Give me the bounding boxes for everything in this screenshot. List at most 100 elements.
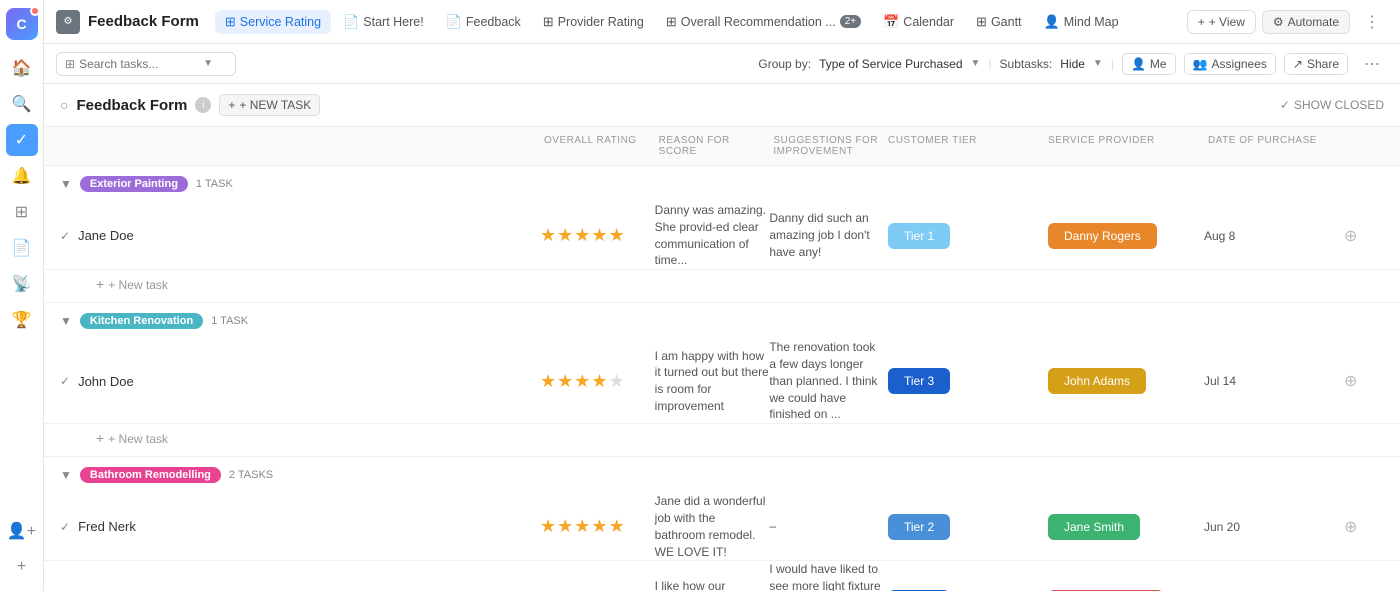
group-by-value[interactable]: Type of Service Purchased — [819, 57, 962, 71]
task-name-0-0[interactable]: Jane Doe — [78, 228, 134, 243]
main-area: ⚙ Feedback Form ⊞ Service Rating 📄 Start… — [44, 0, 1400, 591]
sidebar-icon-add-user[interactable]: 👤+ — [6, 515, 38, 547]
header-form-icon: ⚙ — [56, 10, 80, 34]
tab-feedback[interactable]: 📄 Feedback — [436, 10, 531, 34]
add-view-button[interactable]: + + View — [1187, 10, 1256, 34]
new-task-button[interactable]: + + NEW TASK — [219, 94, 320, 116]
share-label: Share — [1307, 57, 1339, 71]
group-by-chevron[interactable]: ▼ — [971, 58, 981, 69]
new-task-row-0[interactable]: + + New task — [44, 270, 1400, 302]
me-label: Me — [1150, 57, 1167, 71]
share-button[interactable]: ↗ Share — [1284, 53, 1348, 75]
star-1: ★ — [557, 371, 573, 392]
gantt-icon: ⊞ — [976, 14, 987, 30]
task-suggestions-2-1: I would have liked to see more light fix… — [769, 561, 884, 591]
toolbar: ⊞ ▼ Group by: Type of Service Purchased … — [44, 44, 1400, 84]
group-chevron-1: ▼ — [60, 314, 72, 328]
tab-provider-rating[interactable]: ⊞ Provider Rating — [533, 10, 654, 34]
automate-icon: ⚙ — [1273, 15, 1284, 29]
subtasks-value[interactable]: Hide — [1060, 57, 1085, 71]
task-name-cell-2-0: ✓ Fred Nerk — [60, 511, 540, 542]
assignees-icon: 👥 — [1193, 57, 1208, 71]
task-suggestions-2-0: – — [769, 518, 884, 535]
sidebar-icon-search[interactable]: 🔍 — [6, 88, 38, 120]
chevron-down-icon[interactable]: ▼ — [203, 58, 213, 69]
task-reason-2-1: I like how our bathrooms turned out. — [655, 578, 770, 591]
subtasks-chevron[interactable]: ▼ — [1093, 58, 1103, 69]
group-chevron-2: ▼ — [60, 468, 72, 482]
new-task-row-1[interactable]: ++ New task — [44, 424, 1400, 456]
feedback-icon: 📄 — [446, 14, 462, 30]
sidebar-icon-grid[interactable]: ⊞ — [6, 196, 38, 228]
header-more-icon[interactable]: ⋮ — [1356, 6, 1388, 38]
star-2: ★ — [574, 516, 590, 537]
task-add-icon-2-0[interactable]: ⊕ — [1344, 517, 1384, 537]
task-name-2-0[interactable]: Fred Nerk — [78, 519, 136, 534]
group-section-0: ▼ Exterior Painting 1 TASK ✓ Jane Doe ★★… — [44, 166, 1400, 303]
show-closed-button[interactable]: ✓ SHOW CLOSED — [1280, 98, 1384, 112]
group-chevron-0: ▼ — [60, 177, 72, 191]
new-task-label: + NEW TASK — [239, 98, 311, 112]
automate-label: Automate — [1288, 15, 1339, 29]
provider-badge-2-0: Jane Smith — [1048, 514, 1140, 540]
star-2: ★ — [574, 371, 590, 392]
tab-service-rating[interactable]: ⊞ Service Rating — [215, 10, 331, 34]
task-date-2-0: Jun 20 — [1204, 520, 1344, 534]
star-0: ★ — [540, 225, 556, 246]
search-area[interactable]: ⊞ ▼ — [56, 52, 236, 76]
tab-mind-map[interactable]: 👤 Mind Map — [1034, 10, 1129, 34]
service-rating-icon: ⊞ — [225, 14, 236, 30]
col-task — [60, 127, 540, 165]
sidebar-icon-doc[interactable]: 📄 — [6, 232, 38, 264]
more-options-icon[interactable]: ⋯ — [1356, 48, 1388, 80]
task-provider-2-0: Jane Smith — [1044, 510, 1204, 544]
group-header-0[interactable]: ▼ Exterior Painting 1 TASK — [44, 166, 1400, 202]
star-1: ★ — [557, 225, 573, 246]
tab-gantt[interactable]: ⊞ Gantt — [966, 10, 1031, 34]
task-tier-0-0: Tier 1 — [884, 219, 1044, 253]
tab-calendar[interactable]: 📅 Calendar — [873, 10, 964, 34]
group-section-1: ▼ Kitchen Renovation 1 TASK ✓ John Doe ★… — [44, 303, 1400, 457]
task-stars-2-0: ★★★★★ — [540, 516, 655, 537]
sidebar-icon-tasks[interactable]: ✓ — [6, 124, 38, 156]
tier-badge-0-0: Tier 1 — [888, 223, 950, 249]
new-task-label-0: + New task — [108, 278, 168, 292]
new-task-plus-1: + — [96, 430, 104, 446]
tab-start-here[interactable]: 📄 Start Here! — [333, 10, 434, 34]
task-add-icon-1-0[interactable]: ⊕ — [1344, 371, 1384, 391]
tab-gantt-label: Gantt — [991, 15, 1022, 29]
task-name-cell-1-0: ✓ John Doe — [60, 366, 540, 397]
task-row-2-0: ✓ Fred Nerk ★★★★★ Jane did a wonderful j… — [44, 493, 1400, 561]
task-stars-1-0: ★★★★★ — [540, 371, 655, 392]
page-info-icon[interactable]: i — [195, 97, 211, 113]
sidebar-icon-notifications[interactable]: 🔔 — [6, 160, 38, 192]
star-1: ★ — [557, 516, 573, 537]
tab-calendar-label: Calendar — [903, 15, 954, 29]
sidebar-icon-home[interactable]: 🏠 — [6, 52, 38, 84]
group-header-2[interactable]: ▼ Bathroom Remodelling 2 TASKS — [44, 457, 1400, 493]
search-input[interactable] — [79, 57, 199, 71]
tab-overall-recommendation[interactable]: ⊞ Overall Recommendation ... 2+ — [656, 10, 871, 34]
task-reason-1-0: I am happy with how it turned out but th… — [655, 348, 770, 415]
sidebar-icon-add[interactable]: + — [6, 551, 38, 583]
me-icon: 👤 — [1131, 57, 1146, 71]
new-task-plus-0: + — [96, 276, 104, 292]
add-view-icon: + — [1198, 15, 1205, 29]
task-tier-2-1: Tier 3 — [884, 586, 1044, 591]
tab-service-rating-label: Service Rating — [240, 15, 321, 29]
me-button[interactable]: 👤 Me — [1122, 53, 1176, 75]
header-actions: + + View ⚙ Automate ⋮ — [1187, 6, 1388, 38]
task-stars-0-0: ★★★★★ — [540, 225, 655, 246]
page-header: ○ Feedback Form i + + NEW TASK ✓ SHOW CL… — [44, 84, 1400, 127]
task-name-1-0[interactable]: John Doe — [78, 374, 134, 389]
group-header-1[interactable]: ▼ Kitchen Renovation 1 TASK — [44, 303, 1400, 339]
tier-badge-2-0: Tier 2 — [888, 514, 950, 540]
automate-button[interactable]: ⚙ Automate — [1262, 10, 1350, 34]
assignees-button[interactable]: 👥 Assignees — [1184, 53, 1276, 75]
task-check-icon: ✓ — [60, 374, 70, 388]
sidebar-icon-trophy[interactable]: 🏆 — [6, 304, 38, 336]
sidebar-icon-signal[interactable]: 📡 — [6, 268, 38, 300]
star-4: ★ — [609, 225, 625, 246]
app-logo[interactable]: C — [6, 8, 38, 40]
task-add-icon-0-0[interactable]: ⊕ — [1344, 226, 1384, 246]
